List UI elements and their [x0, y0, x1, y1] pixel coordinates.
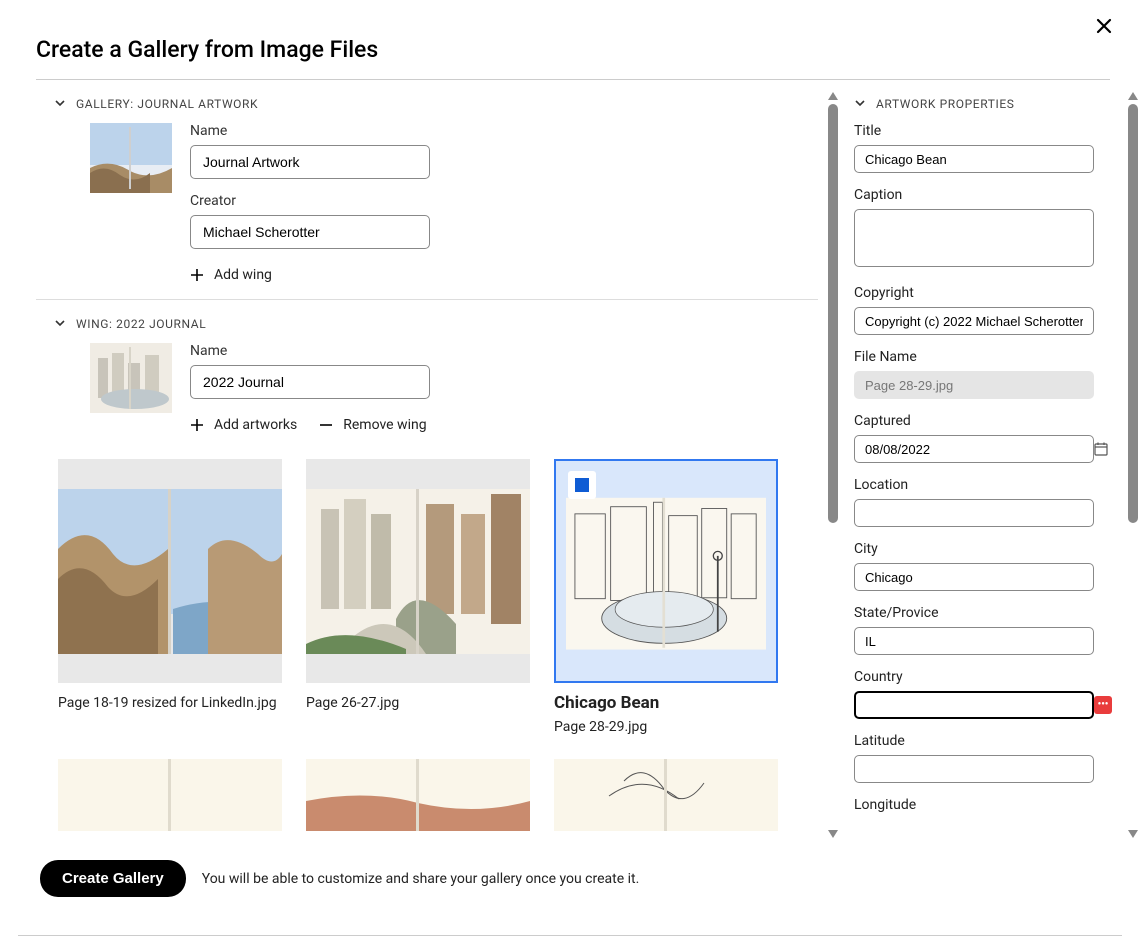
artwork-name-selected: Chicago Bean: [554, 693, 778, 713]
prop-location-input[interactable]: [854, 499, 1094, 527]
artwork-card[interactable]: [306, 759, 530, 831]
plus-icon: [190, 418, 204, 432]
plus-icon: [190, 268, 204, 282]
prop-caption-label: Caption: [854, 187, 1118, 203]
artwork-card[interactable]: Chicago Bean Page 28-29.jpg: [554, 459, 778, 735]
artwork-tile[interactable]: [306, 459, 530, 683]
gallery-name-label: Name: [190, 123, 430, 139]
selection-checkbox[interactable]: [568, 471, 596, 499]
prop-longitude-label: Longitude: [854, 797, 1118, 813]
prop-filename-label: File Name: [854, 349, 1118, 365]
prop-copyright-input[interactable]: [854, 307, 1094, 335]
prop-state-input[interactable]: [854, 627, 1094, 655]
artwork-card[interactable]: [58, 759, 282, 831]
prop-filename-display: [854, 371, 1094, 399]
add-artworks-button[interactable]: Add artworks: [190, 417, 297, 433]
close-icon: [1096, 18, 1112, 34]
prop-copyright-label: Copyright: [854, 285, 1118, 301]
scrollbar-track[interactable]: [828, 104, 838, 826]
create-gallery-button[interactable]: Create Gallery: [40, 860, 186, 897]
artwork-card[interactable]: [554, 759, 778, 831]
prop-city-input[interactable]: [854, 563, 1094, 591]
wing-thumbnail: [90, 343, 172, 413]
artwork-tile[interactable]: [58, 759, 282, 831]
calendar-icon: [1094, 442, 1108, 456]
chevron-down-icon: [54, 94, 66, 113]
wing-name-label: Name: [190, 343, 430, 359]
prop-location-label: Location: [854, 477, 1118, 493]
artwork-card[interactable]: Page 26-27.jpg: [306, 459, 530, 735]
prop-city-label: City: [854, 541, 1118, 557]
wing-section-label: WING: 2022 JOURNAL: [76, 317, 206, 331]
gallery-name-input[interactable]: [190, 145, 430, 179]
scrollbar-track[interactable]: [1128, 104, 1138, 826]
prop-title-input[interactable]: [854, 145, 1094, 173]
scroll-up-button[interactable]: [828, 92, 838, 100]
scroll-down-button[interactable]: [1128, 830, 1138, 838]
prop-country-label: Country: [854, 669, 1118, 685]
close-button[interactable]: [1096, 18, 1120, 42]
add-wing-label: Add wing: [214, 267, 272, 283]
chevron-down-icon: [54, 314, 66, 333]
remove-wing-label: Remove wing: [343, 417, 426, 433]
gallery-section-label: GALLERY: JOURNAL ARTWORK: [76, 97, 258, 111]
artwork-label: Page 18-19 resized for LinkedIn.jpg: [58, 695, 282, 711]
gallery-section-header[interactable]: GALLERY: JOURNAL ARTWORK: [36, 80, 818, 123]
artwork-tile[interactable]: [58, 459, 282, 683]
prop-latitude-label: Latitude: [854, 733, 1118, 749]
scrollbar-thumb[interactable]: [1128, 104, 1138, 523]
prop-state-label: State/Provice: [854, 605, 1118, 621]
artwork-label: Page 26-27.jpg: [306, 695, 530, 711]
artwork-tile[interactable]: [554, 759, 778, 831]
scroll-up-button[interactable]: [1128, 92, 1138, 100]
minus-icon: [319, 418, 333, 432]
chevron-down-icon: [854, 94, 866, 113]
artwork-tile[interactable]: [306, 759, 530, 831]
gallery-creator-label: Creator: [190, 193, 430, 209]
prop-caption-input[interactable]: [854, 209, 1094, 267]
prop-latitude-input[interactable]: [854, 755, 1094, 783]
prop-title-label: Title: [854, 123, 1118, 139]
scroll-down-button[interactable]: [828, 830, 838, 838]
artwork-label: Page 28-29.jpg: [554, 719, 778, 735]
check-icon: [575, 478, 589, 492]
footer-hint: You will be able to customize and share …: [202, 871, 640, 887]
artwork-tile-selected[interactable]: [554, 459, 778, 683]
properties-section-header[interactable]: ARTWORK PROPERTIES: [854, 80, 1118, 123]
artwork-card[interactable]: Page 18-19 resized for LinkedIn.jpg: [58, 459, 282, 735]
wing-name-input[interactable]: [190, 365, 430, 399]
remove-wing-button[interactable]: Remove wing: [319, 417, 426, 433]
add-wing-button[interactable]: Add wing: [190, 267, 272, 283]
wing-section-header[interactable]: WING: 2022 JOURNAL: [36, 300, 818, 343]
properties-section-label: ARTWORK PROPERTIES: [876, 97, 1015, 111]
country-picker-button[interactable]: •••: [1094, 696, 1112, 714]
scrollbar-thumb[interactable]: [828, 104, 838, 523]
prop-captured-input[interactable]: [854, 435, 1094, 463]
prop-country-input[interactable]: [854, 691, 1094, 719]
ellipsis-icon: •••: [1098, 700, 1109, 710]
gallery-creator-input[interactable]: [190, 215, 430, 249]
prop-captured-label: Captured: [854, 413, 1118, 429]
gallery-thumbnail: [90, 123, 172, 193]
modal-title: Create a Gallery from Image Files: [0, 0, 1140, 79]
add-artworks-label: Add artworks: [214, 417, 297, 433]
